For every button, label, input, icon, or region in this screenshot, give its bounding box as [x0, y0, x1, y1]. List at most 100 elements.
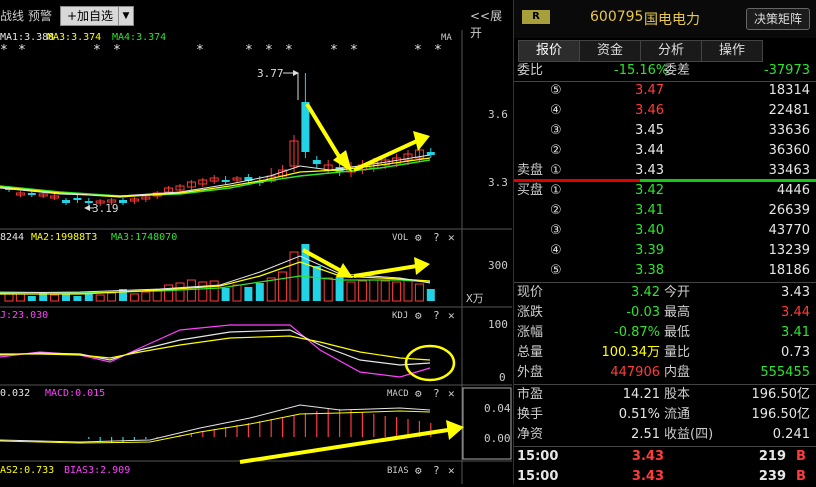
kline-svg[interactable]: MA1:3.388 MA3:3.374 MA4:3.374 MA * * * * * * *…: [0, 0, 512, 484]
help-icon[interactable]: ?: [433, 309, 440, 322]
fund-label: 市盈: [517, 387, 544, 402]
tick-price: 3.43: [631, 449, 664, 464]
signal-star: *: [434, 43, 442, 58]
bid-level: ②: [550, 203, 562, 218]
fund-label: 股本: [664, 387, 691, 402]
tab-analysis[interactable]: 分析: [640, 40, 702, 62]
stat-value: -0.87%: [614, 325, 660, 340]
bid-level: ④: [550, 243, 562, 258]
tab-operation[interactable]: 操作: [701, 40, 763, 62]
stat-value: 447906: [610, 365, 660, 380]
help-icon[interactable]: ?: [433, 231, 440, 244]
gear-icon[interactable]: ⚙: [415, 464, 422, 477]
help-icon[interactable]: ?: [433, 464, 440, 477]
volume-bar: [255, 283, 264, 301]
fund-label: 净资: [517, 427, 544, 442]
close-icon[interactable]: ✕: [448, 464, 455, 477]
price-tick-high: 3.6: [488, 108, 508, 121]
bid-row: ② 3.41 26639: [514, 201, 816, 221]
volume-bar: [15, 293, 25, 302]
tick-row: 15:00 3.43 239 B: [514, 467, 816, 487]
candle-body: [84, 201, 93, 203]
signal-star: *: [196, 43, 204, 58]
vol-ma2-legend: MA2:19988T3: [31, 232, 97, 243]
kdj-pane: J:23.030 KDJ 100 0: [0, 310, 508, 384]
volume-bar: [175, 282, 185, 302]
stat-value: 3.44: [781, 305, 810, 320]
signal-star: *: [245, 43, 253, 58]
signal-star: *: [18, 43, 26, 58]
fund-label: 流通: [664, 407, 691, 422]
bid-row: ③ 3.40 43770: [514, 221, 816, 241]
chart-area[interactable]: 战线 预警 +加自选 ▼ <<展开 MA1:3.388 MA3:3.374 MA…: [0, 0, 512, 484]
tick-volume: 219: [758, 449, 786, 464]
ask-price: 3.46: [635, 103, 664, 118]
fund-value: 196.50亿: [751, 387, 811, 402]
tick-price: 3.43: [631, 469, 664, 484]
volume-bar: [62, 294, 70, 301]
bid-price: 3.40: [635, 223, 664, 238]
volume-bar: [95, 294, 105, 302]
bid-price: 3.38: [635, 263, 664, 278]
stat-label: 涨幅: [517, 325, 544, 340]
candle-body: [62, 200, 70, 203]
fund-value: 2.51: [631, 427, 660, 442]
decision-matrix-button[interactable]: 决策矩阵: [746, 8, 810, 30]
ma-lines: [0, 154, 431, 198]
ask-level: ②: [550, 143, 562, 158]
bid-volume: 4446: [776, 183, 810, 198]
signal-star: *: [285, 43, 293, 58]
signal-stars: * * * * * * * * * * * *: [0, 43, 442, 58]
macd-tick-top: 0.04: [484, 402, 511, 415]
volume-bar: [346, 281, 356, 302]
annotation-arrows: [305, 102, 430, 172]
signal-star: *: [414, 43, 422, 58]
tab-funds[interactable]: 资金: [579, 40, 641, 62]
ask-row: ② 3.44 36360: [514, 141, 816, 161]
macd-dif-legend: 0.032: [0, 388, 30, 399]
bias2-legend: AS2:0.733: [0, 465, 54, 476]
fund-row: 净资 2.51 收益(四) 0.241: [514, 425, 816, 445]
ask-price: 3.47: [635, 83, 664, 98]
tab-quote[interactable]: 报价: [518, 40, 580, 62]
volume-bar: [221, 288, 230, 301]
signal-star: *: [350, 43, 358, 58]
vol-legend: 8244: [0, 232, 24, 243]
close-icon[interactable]: ✕: [448, 387, 455, 400]
fund-value: 14.21: [622, 387, 660, 402]
signal-star: *: [113, 43, 121, 58]
bid-row: ⑤ 3.38 18186: [514, 261, 816, 281]
ask-row: ⑤ 3.47 18314: [514, 81, 816, 101]
candle-body: [312, 160, 321, 164]
stat-value: -0.03: [626, 305, 660, 320]
volume-bar: [129, 293, 139, 302]
vol-ma3-legend: MA3:1748070: [111, 232, 177, 243]
stat-label: 量比: [664, 345, 691, 360]
macd-dea-line: [0, 410, 431, 444]
volume-bar: [244, 287, 253, 301]
gear-icon[interactable]: ⚙: [415, 309, 422, 322]
close-icon[interactable]: ✕: [448, 309, 455, 322]
ma3-legend: MA3:3.374: [47, 32, 101, 43]
ask-level: ⑤: [550, 83, 562, 98]
signal-star: *: [265, 43, 273, 58]
r-badge: R: [522, 10, 550, 24]
vol-unit: X万: [466, 292, 484, 305]
stat-label: 最高: [664, 305, 691, 320]
stat-row: 涨幅 -0.87% 最低 3.41: [514, 323, 816, 343]
gear-icon[interactable]: ⚙: [415, 387, 422, 400]
candle-body: [119, 200, 127, 203]
close-icon[interactable]: ✕: [448, 231, 455, 244]
stat-value: 555455: [760, 365, 810, 380]
volume-bar: [50, 294, 60, 302]
ask-price: 3.45: [635, 123, 664, 138]
gear-icon[interactable]: ⚙: [415, 231, 422, 244]
stat-row: 现价 3.42 今开 3.43: [514, 283, 816, 303]
help-icon[interactable]: ?: [433, 387, 440, 400]
volume-bar: [414, 283, 424, 302]
stat-label: 最低: [664, 325, 691, 340]
stat-label: 今开: [664, 285, 691, 300]
volume-bar: [164, 284, 174, 302]
bid-volume: 18186: [768, 263, 810, 278]
volume-bar: [27, 296, 36, 301]
